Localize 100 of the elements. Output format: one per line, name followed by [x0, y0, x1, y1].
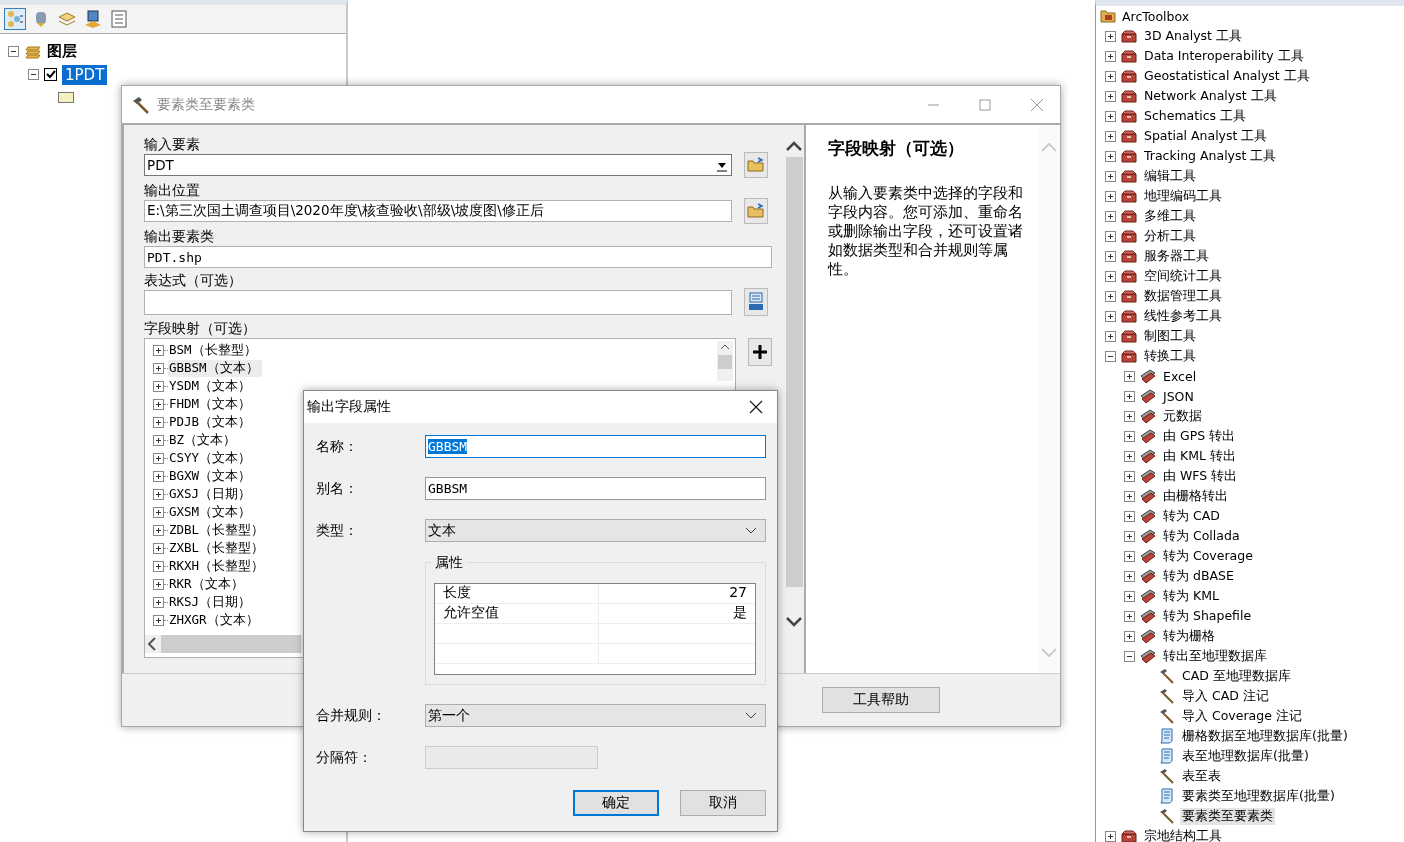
- output-feature-class-field[interactable]: PDT.shp: [144, 246, 772, 268]
- expression-field[interactable]: [144, 290, 732, 315]
- tree-item[interactable]: 线性参考工具: [1142, 307, 1224, 325]
- tree-item[interactable]: 数据管理工具: [1142, 287, 1224, 305]
- tree-item[interactable]: Geostatistical Analyst 工具: [1142, 67, 1312, 85]
- expand-icon[interactable]: [153, 524, 164, 536]
- sql-button[interactable]: [744, 288, 768, 316]
- expand-icon[interactable]: [1105, 170, 1116, 182]
- expand-icon[interactable]: [1105, 830, 1116, 842]
- tree-item[interactable]: Data Interoperability 工具: [1142, 47, 1306, 65]
- tree-item[interactable]: 转换工具: [1142, 347, 1198, 365]
- expand-icon[interactable]: [153, 596, 164, 608]
- expand-icon[interactable]: [153, 614, 164, 626]
- merge-rule-dropdown[interactable]: 第一个: [425, 704, 766, 727]
- expand-icon[interactable]: [1124, 470, 1135, 482]
- tree-item[interactable]: 转为栅格: [1161, 627, 1217, 645]
- tree-item[interactable]: 编辑工具: [1142, 167, 1198, 185]
- expand-icon[interactable]: [153, 506, 164, 518]
- tree-item[interactable]: 由 KML 转出: [1161, 447, 1238, 465]
- open-folder-button[interactable]: [744, 152, 768, 178]
- field-item[interactable]: YSDM（文本）: [168, 377, 255, 395]
- field-item[interactable]: GBBSM（文本）: [168, 359, 262, 377]
- scroll-left-icon[interactable]: [145, 635, 159, 653]
- tree-item[interactable]: 3D Analyst 工具: [1142, 27, 1244, 45]
- expand-icon[interactable]: [1105, 330, 1116, 342]
- scroll-down-icon[interactable]: [785, 615, 803, 629]
- tree-item[interactable]: 导入 CAD 注记: [1180, 687, 1271, 705]
- output-location-field[interactable]: E:\第三次国土调查项目\2020年度\核查验收\部级\坡度图\修正后: [144, 200, 732, 222]
- field-item[interactable]: RKXH（长整型）: [168, 557, 268, 575]
- expand-icon[interactable]: [1124, 550, 1135, 562]
- expand-icon[interactable]: [153, 542, 164, 554]
- collapse-icon[interactable]: [1124, 650, 1135, 662]
- tree-item[interactable]: 转为 Coverage: [1161, 547, 1255, 565]
- expand-icon[interactable]: [1105, 190, 1116, 202]
- expand-icon[interactable]: [1105, 150, 1116, 162]
- expand-icon[interactable]: [1105, 230, 1116, 242]
- expand-icon[interactable]: [153, 578, 164, 590]
- tree-item[interactable]: 由 WFS 转出: [1161, 467, 1240, 485]
- close-icon[interactable]: [747, 398, 765, 416]
- field-item[interactable]: GXSJ（日期）: [168, 485, 255, 503]
- expand-icon[interactable]: [1124, 410, 1135, 422]
- expand-icon[interactable]: [153, 452, 164, 464]
- tree-item[interactable]: 元数据: [1161, 407, 1204, 425]
- expand-icon[interactable]: [1105, 250, 1116, 262]
- field-item[interactable]: BGXW（文本）: [168, 467, 255, 485]
- tree-item[interactable]: 制图工具: [1142, 327, 1198, 345]
- tree-item[interactable]: 地理编码工具: [1142, 187, 1224, 205]
- tree-item[interactable]: Excel: [1161, 368, 1199, 384]
- toolbox-root-label[interactable]: ArcToolbox: [1120, 8, 1192, 24]
- expand-icon[interactable]: [153, 434, 164, 446]
- tree-icon[interactable]: [4, 8, 26, 30]
- expand-icon[interactable]: [1124, 510, 1135, 522]
- tree-item[interactable]: 空间统计工具: [1142, 267, 1224, 285]
- type-dropdown[interactable]: 文本: [425, 519, 766, 542]
- field-item[interactable]: ZDBL（长整型）: [168, 521, 268, 539]
- expand-icon[interactable]: [1124, 450, 1135, 462]
- expand-icon[interactable]: [1105, 90, 1116, 102]
- field-item[interactable]: GXSM（文本）: [168, 503, 255, 521]
- expand-icon[interactable]: [1105, 50, 1116, 62]
- tree-item[interactable]: 服务器工具: [1142, 247, 1211, 265]
- field-item[interactable]: RKSJ（日期）: [168, 593, 255, 611]
- tree-item[interactable]: 由栅格转出: [1161, 487, 1230, 505]
- expand-icon[interactable]: [1124, 530, 1135, 542]
- expand-icon[interactable]: [153, 344, 164, 356]
- expand-icon[interactable]: [153, 380, 164, 392]
- scrollbar[interactable]: [717, 341, 733, 381]
- tree-item[interactable]: 转为 CAD: [1161, 507, 1222, 525]
- expand-icon[interactable]: [153, 416, 164, 428]
- expand-icon[interactable]: [1105, 270, 1116, 282]
- expand-icon[interactable]: [1124, 490, 1135, 502]
- tree-item[interactable]: 由 GPS 转出: [1161, 427, 1238, 445]
- collapse-icon[interactable]: [28, 69, 39, 80]
- field-item[interactable]: BSM（长整型）: [168, 341, 260, 359]
- expand-icon[interactable]: [153, 488, 164, 500]
- tree-item[interactable]: 转出至地理数据库: [1161, 647, 1269, 665]
- tree-item[interactable]: 表至表: [1180, 767, 1223, 785]
- scroll-up-icon[interactable]: [785, 139, 803, 153]
- tree-item[interactable]: 要素类至地理数据库(批量): [1180, 787, 1337, 805]
- expand-icon[interactable]: [153, 470, 164, 482]
- tree-item[interactable]: Schematics 工具: [1142, 107, 1248, 125]
- field-item[interactable]: PDJB（文本）: [168, 413, 255, 431]
- input-features-dropdown[interactable]: PDT: [144, 154, 732, 176]
- field-item[interactable]: ZHXGR（文本）: [168, 611, 262, 629]
- tool-help-button[interactable]: 工具帮助: [822, 687, 940, 713]
- expand-icon[interactable]: [153, 398, 164, 410]
- field-item[interactable]: ZXBL（长整型）: [168, 539, 268, 557]
- tree-item[interactable]: Network Analyst 工具: [1142, 87, 1279, 105]
- expand-icon[interactable]: [1105, 30, 1116, 42]
- tree-item[interactable]: 宗地结构工具: [1142, 827, 1224, 842]
- expand-icon[interactable]: [1105, 290, 1116, 302]
- collapse-icon[interactable]: [1105, 350, 1116, 362]
- tree-item[interactable]: Tracking Analyst 工具: [1142, 147, 1279, 165]
- expand-icon[interactable]: [1105, 210, 1116, 222]
- tree-item[interactable]: 栅格数据至地理数据库(批量): [1180, 727, 1350, 745]
- expand-icon[interactable]: [1124, 630, 1135, 642]
- layer-name[interactable]: 1PDT: [62, 64, 108, 85]
- tree-item[interactable]: 转为 dBASE: [1161, 567, 1236, 585]
- add-field-button[interactable]: [748, 338, 772, 366]
- expand-icon[interactable]: [1105, 130, 1116, 142]
- expand-icon[interactable]: [1124, 610, 1135, 622]
